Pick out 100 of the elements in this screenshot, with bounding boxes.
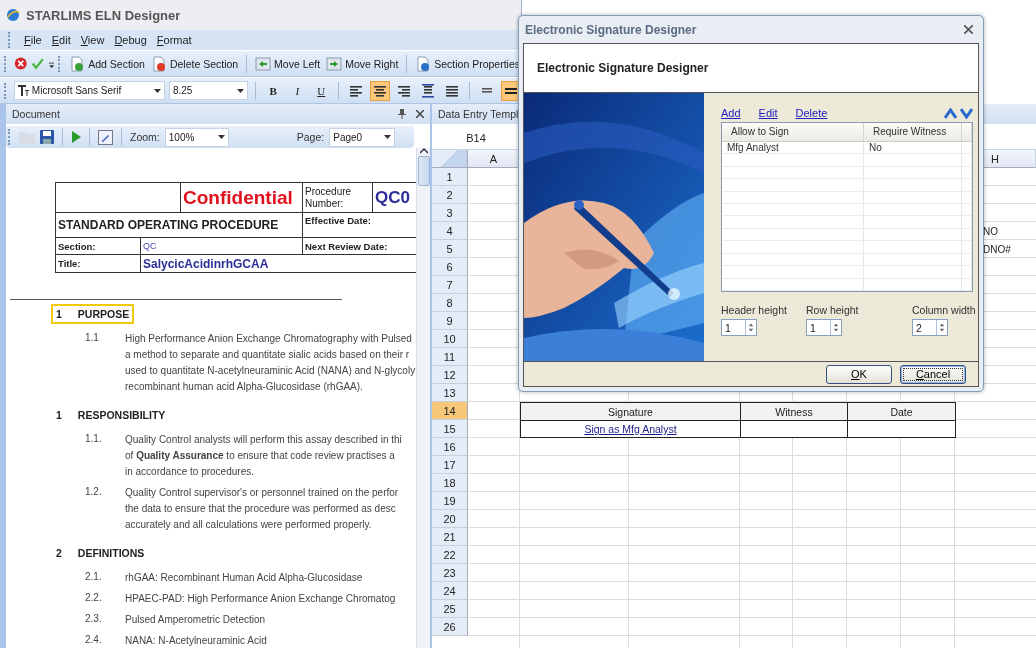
number-spinner[interactable]: 1: [806, 319, 842, 336]
row-header[interactable]: 22: [432, 546, 468, 564]
menu-item[interactable]: Edit: [51, 34, 71, 46]
toolbar-button[interactable]: Delete Section: [149, 53, 240, 74]
edit-icon[interactable]: [98, 129, 113, 145]
save-icon[interactable]: [40, 130, 54, 144]
row-header[interactable]: 7: [432, 276, 468, 294]
row-header[interactable]: 1: [432, 168, 468, 186]
underline-button[interactable]: U: [311, 80, 332, 101]
menu-item[interactable]: Format: [156, 34, 192, 46]
pin-icon[interactable]: [398, 109, 406, 119]
row-header[interactable]: 8: [432, 294, 468, 312]
play-icon[interactable]: [71, 131, 81, 143]
list-cell[interactable]: Mfg Analyst: [722, 141, 864, 154]
font-icon: [17, 85, 29, 96]
row-header[interactable]: 25: [432, 600, 468, 618]
zoom-label: Zoom:: [130, 131, 160, 143]
panel-title: Data Entry Templ: [438, 108, 519, 120]
cancel-icon[interactable]: [13, 56, 28, 71]
number-spinner[interactable]: 1: [721, 319, 757, 336]
alignment-button[interactable]: [370, 80, 391, 101]
row-header[interactable]: 21: [432, 528, 468, 546]
row-header[interactable]: 26: [432, 618, 468, 636]
row-header[interactable]: 24: [432, 582, 468, 600]
paragraph-line: rhGAA: Recombinant Human Acid Alpha-Glucosidase: [125, 571, 363, 584]
page-properties-icon: [415, 55, 432, 72]
vertical-align-button[interactable]: [500, 80, 521, 101]
spinner-label: Header height: [721, 304, 788, 316]
row-header[interactable]: 4: [432, 222, 468, 240]
scroll-up-icon[interactable]: [419, 148, 428, 154]
sign-link[interactable]: Sign as Mfg Analyst: [584, 423, 677, 435]
item-number: 1.2.: [85, 486, 103, 499]
item-number: 2.4.: [85, 634, 103, 647]
row-header[interactable]: 16: [432, 438, 468, 456]
check-icon[interactable]: [31, 56, 45, 71]
row-header[interactable]: 10: [432, 330, 468, 348]
bold-button[interactable]: B: [263, 80, 284, 101]
document-type: STANDARD OPERATING PROCEDURE: [58, 218, 279, 232]
list-cell[interactable]: No: [864, 141, 962, 154]
row-header[interactable]: 2: [432, 186, 468, 204]
number-spinner[interactable]: 2: [912, 319, 948, 336]
title-value: SalycicAcidinrhGCAA: [143, 256, 269, 271]
toolbar-button[interactable]: Move Left: [254, 53, 322, 74]
paragraph-line: of Quality Assurance to ensure that code review practises a: [125, 449, 396, 462]
row-header[interactable]: 17: [432, 456, 468, 474]
row-header[interactable]: 11: [432, 348, 468, 366]
menu-item[interactable]: Debug: [114, 34, 147, 46]
move-up-icon[interactable]: [944, 107, 957, 119]
row-header[interactable]: 9: [432, 312, 468, 330]
page-add-icon: [69, 55, 86, 72]
scroll-thumb[interactable]: [417, 156, 430, 186]
row-header[interactable]: 19: [432, 492, 468, 510]
row-header[interactable]: 12: [432, 366, 468, 384]
row-header[interactable]: 23: [432, 564, 468, 582]
dialog-button[interactable]: Cancel: [900, 364, 966, 384]
close-icon[interactable]: [416, 110, 424, 118]
page-dropdown[interactable]: Page0: [329, 127, 396, 147]
row-header[interactable]: 14: [432, 402, 468, 420]
menu-item[interactable]: File: [24, 34, 42, 46]
font-dropdown[interactable]: Microsoft Sans Serif: [13, 81, 165, 100]
paragraph-line: in accordance to procedures.: [125, 465, 255, 478]
caret-icon: [384, 135, 392, 139]
panel-title: Document: [12, 108, 60, 120]
page-delete-icon: [150, 55, 167, 72]
toolbar-button[interactable]: Add Section: [68, 53, 146, 74]
paragraph-line: used to quantitate N-acetylneuraminic Acid (NANA) and N-glycoly: [125, 364, 416, 377]
align-right-icon: [397, 83, 411, 98]
review-date-label: Next Review Date:: [305, 240, 388, 252]
dialog-button[interactable]: OK: [826, 364, 892, 384]
row-header[interactable]: 20: [432, 510, 468, 528]
row-header[interactable]: 6: [432, 258, 468, 276]
procedure-label: Procedure Number:: [305, 186, 353, 209]
action-link[interactable]: Delete: [795, 107, 828, 119]
move-down-icon[interactable]: [960, 107, 973, 119]
paragraph-line: HPAEC-PAD: High Performance Anion Exchange Chromatog: [125, 592, 396, 605]
effective-date-label: Effective Date:: [305, 215, 371, 226]
row-header[interactable]: 18: [432, 474, 468, 492]
paragraph-line: a method to separate and quantitate sialic acids based on their r: [125, 348, 411, 361]
row-header[interactable]: 13: [432, 384, 468, 402]
row-header[interactable]: 3: [432, 204, 468, 222]
column-header[interactable]: A: [468, 150, 520, 168]
table-cell-text: DNO#: [982, 242, 1012, 257]
column-header[interactable]: Allow to Sign: [722, 123, 864, 141]
paragraph-line: recombinant human acid Alpha-Glucosidase (rhGAA).: [125, 380, 364, 393]
italic-button[interactable]: I: [287, 80, 308, 101]
size-dropdown[interactable]: 8.25: [168, 81, 249, 100]
zoom-dropdown[interactable]: 100%: [164, 127, 229, 147]
menu-item[interactable]: View: [80, 34, 105, 46]
caret-icon: [237, 88, 245, 93]
section-label: Section:: [58, 240, 96, 252]
confidential-label: Confidential: [183, 186, 293, 209]
scrollbar[interactable]: [416, 148, 430, 648]
action-link[interactable]: Add: [721, 107, 741, 119]
dialog-heading: Electronic Signature Designer: [537, 61, 709, 75]
toolbar-button[interactable]: Move Right: [325, 53, 400, 74]
close-icon[interactable]: [964, 25, 973, 34]
column-header[interactable]: Require Witness: [864, 123, 962, 141]
action-link[interactable]: Edit: [758, 107, 778, 119]
row-header[interactable]: 15: [432, 420, 468, 438]
row-header[interactable]: 5: [432, 240, 468, 258]
